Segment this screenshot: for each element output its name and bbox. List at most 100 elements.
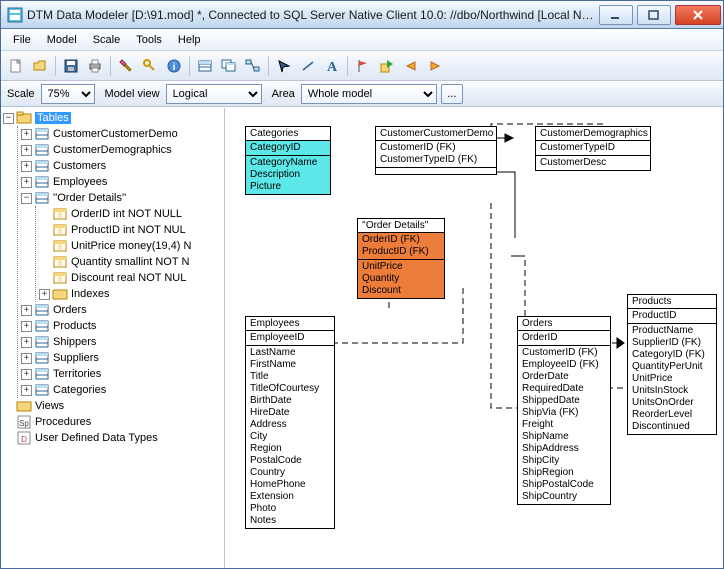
tree-table-item[interactable]: +CustomerDemographics bbox=[21, 142, 222, 158]
area-select[interactable]: Whole model bbox=[301, 84, 437, 104]
minimize-button[interactable] bbox=[599, 5, 633, 25]
tree-label: Suppliers bbox=[53, 352, 99, 364]
expander-icon[interactable]: + bbox=[21, 353, 32, 364]
menu-model[interactable]: Model bbox=[39, 32, 85, 48]
expander-icon[interactable]: − bbox=[3, 113, 14, 124]
text-icon[interactable]: A bbox=[321, 55, 343, 77]
tree-table-item[interactable]: + Shippers bbox=[21, 334, 222, 350]
menu-help[interactable]: Help bbox=[170, 32, 209, 48]
expander-icon[interactable]: + bbox=[21, 145, 32, 156]
entity-title: CustomerDemographics bbox=[536, 127, 650, 141]
table-icon bbox=[34, 366, 50, 382]
expander-icon[interactable]: + bbox=[39, 289, 50, 300]
entity-body bbox=[376, 168, 496, 174]
menu-tools[interactable]: Tools bbox=[128, 32, 170, 48]
tree-indexes[interactable]: + Indexes bbox=[39, 286, 222, 302]
scale-label: Scale bbox=[7, 88, 35, 100]
tree-label: Shippers bbox=[53, 336, 96, 348]
area-label: Area bbox=[272, 88, 295, 100]
tree-table-item[interactable]: +Categories bbox=[21, 382, 222, 398]
table-icon bbox=[34, 350, 50, 366]
expander-icon[interactable]: + bbox=[21, 385, 32, 396]
tree-label: Territories bbox=[53, 368, 101, 380]
relation-icon[interactable] bbox=[242, 55, 264, 77]
print-icon[interactable] bbox=[84, 55, 106, 77]
tree-table-item[interactable]: +Orders bbox=[21, 302, 222, 318]
entity-title: Categories bbox=[246, 127, 330, 141]
close-button[interactable] bbox=[675, 5, 721, 25]
modelview-select[interactable]: Logical bbox=[166, 84, 262, 104]
tree-table-item[interactable]: + Suppliers bbox=[21, 350, 222, 366]
tree-column-item[interactable]: UnitPrice money(19,4) N bbox=[39, 238, 222, 254]
expander-icon[interactable]: + bbox=[21, 161, 32, 172]
tree-table-item[interactable]: +Customers bbox=[21, 158, 222, 174]
procedure-icon: Sp bbox=[16, 414, 32, 430]
diagram-panel[interactable]: Categories CategoryID CategoryName Descr… bbox=[225, 108, 723, 568]
menu-file[interactable]: File bbox=[5, 32, 39, 48]
entity-customer-customer-demo[interactable]: CustomerCustomerDemo CustomerID (FK) Cus… bbox=[375, 126, 497, 175]
entity-pk: OrderID bbox=[518, 331, 610, 346]
diagram-canvas[interactable]: Categories CategoryID CategoryName Descr… bbox=[225, 108, 723, 568]
tree-column-item[interactable]: ProductID int NOT NUL bbox=[39, 222, 222, 238]
tree-root-tables[interactable]: − Tables bbox=[3, 110, 222, 126]
menu-scale[interactable]: Scale bbox=[85, 32, 129, 48]
tree-table-item[interactable]: +Employees bbox=[21, 174, 222, 190]
svg-text:i: i bbox=[173, 62, 176, 73]
line-icon[interactable] bbox=[297, 55, 319, 77]
tree-table-item[interactable]: + Territories bbox=[21, 366, 222, 382]
optionbar: Scale 75% Model view Logical Area Whole … bbox=[1, 81, 723, 107]
entity-customer-demographics[interactable]: CustomerDemographics CustomerTypeID Cust… bbox=[535, 126, 651, 171]
expander-icon[interactable]: + bbox=[21, 321, 32, 332]
folder-icon bbox=[16, 398, 32, 414]
table-icon[interactable] bbox=[194, 55, 216, 77]
tree-views[interactable]: Views bbox=[3, 398, 222, 414]
scale-select[interactable]: 75% bbox=[41, 84, 95, 104]
entity-employees[interactable]: Employees EmployeeID LastNameFirstNameTi… bbox=[245, 316, 335, 529]
entity-order-details[interactable]: ''Order Details'' OrderID (FK) ProductID… bbox=[357, 218, 445, 299]
new-icon[interactable] bbox=[5, 55, 27, 77]
maximize-button[interactable] bbox=[637, 5, 671, 25]
expander-icon[interactable]: + bbox=[21, 369, 32, 380]
area-browse-button[interactable]: ... bbox=[441, 84, 463, 104]
content: − Tables +CustomerCustomerDemo+CustomerD… bbox=[1, 107, 723, 568]
export-icon[interactable] bbox=[376, 55, 398, 77]
tree-label: Discount real NOT NUL bbox=[71, 272, 186, 284]
column-icon bbox=[52, 270, 68, 286]
table-copy-icon[interactable] bbox=[218, 55, 240, 77]
tree-panel[interactable]: − Tables +CustomerCustomerDemo+CustomerD… bbox=[1, 108, 225, 568]
tree-procedures[interactable]: Sp Procedures bbox=[3, 414, 222, 430]
info-icon[interactable]: i bbox=[163, 55, 185, 77]
tree-table-item[interactable]: +CustomerCustomerDemo bbox=[21, 126, 222, 142]
tree-table-item[interactable]: −''Order Details'' bbox=[21, 190, 222, 206]
expander-icon[interactable]: − bbox=[21, 193, 32, 204]
save-icon[interactable] bbox=[60, 55, 82, 77]
arrow-left-icon[interactable] bbox=[400, 55, 422, 77]
entity-pk: CustomerID (FK) CustomerTypeID (FK) bbox=[376, 141, 496, 168]
expander-icon[interactable]: + bbox=[21, 305, 32, 316]
tree-column-item[interactable]: Quantity smallint NOT N bbox=[39, 254, 222, 270]
entity-title: Products bbox=[628, 295, 716, 309]
expander-icon[interactable]: + bbox=[21, 129, 32, 140]
tree-table-item[interactable]: +Products bbox=[21, 318, 222, 334]
tree-label: ProductID int NOT NUL bbox=[71, 224, 186, 236]
tree-column-item[interactable]: OrderID int NOT NULL bbox=[39, 206, 222, 222]
hammer-icon[interactable] bbox=[115, 55, 137, 77]
tree-udt[interactable]: D User Defined Data Types bbox=[3, 430, 222, 446]
entity-orders[interactable]: Orders OrderID CustomerID (FK)EmployeeID… bbox=[517, 316, 611, 505]
entity-products[interactable]: Products ProductID ProductNameSupplierID… bbox=[627, 294, 717, 435]
tree-column-item[interactable]: Discount real NOT NUL bbox=[39, 270, 222, 286]
expander-icon[interactable]: + bbox=[21, 177, 32, 188]
tree-label: Quantity smallint NOT N bbox=[71, 256, 189, 268]
arrow-icon[interactable] bbox=[273, 55, 295, 77]
entity-pk: ProductID bbox=[628, 309, 716, 324]
svg-text:Sp: Sp bbox=[19, 419, 29, 428]
entity-categories[interactable]: Categories CategoryID CategoryName Descr… bbox=[245, 126, 331, 195]
column-icon bbox=[52, 238, 68, 254]
open-icon[interactable] bbox=[29, 55, 51, 77]
wrench-icon[interactable] bbox=[139, 55, 161, 77]
datatype-icon: D bbox=[16, 430, 32, 446]
flag-icon[interactable] bbox=[352, 55, 374, 77]
arrow-right-icon[interactable] bbox=[424, 55, 446, 77]
expander-icon[interactable]: + bbox=[21, 337, 32, 348]
tree-label: Indexes bbox=[71, 288, 110, 300]
